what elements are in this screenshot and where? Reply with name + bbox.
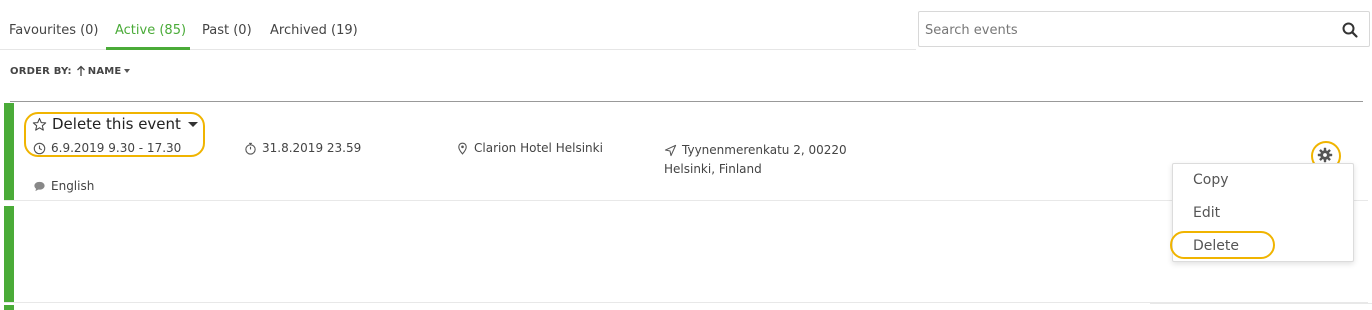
event-title: Delete this event bbox=[52, 115, 181, 133]
status-bar bbox=[4, 206, 14, 302]
event-card[interactable] bbox=[4, 206, 1368, 303]
gear-icon[interactable] bbox=[1317, 147, 1333, 163]
order-by-label: ORDER BY: bbox=[10, 65, 72, 77]
event-venue: Clarion Hotel Helsinki bbox=[456, 141, 603, 155]
tab-favourites[interactable]: Favourites (0) bbox=[9, 23, 99, 38]
active-tab-indicator bbox=[106, 47, 190, 50]
event-address: Tyynenmerenkatu 2, 00220 Helsinki, Finla… bbox=[664, 141, 847, 179]
address-line-2: Helsinki, Finland bbox=[664, 162, 762, 176]
status-bar bbox=[4, 305, 14, 310]
map-pin-icon bbox=[458, 142, 467, 155]
event-venue-text: Clarion Hotel Helsinki bbox=[474, 141, 603, 155]
menu-item-delete[interactable]: Delete bbox=[1193, 238, 1239, 254]
navigation-arrow-icon bbox=[664, 144, 677, 157]
chevron-down-icon bbox=[187, 121, 198, 127]
event-card[interactable]: Delete this event 6.9.2019 9.30 - 17.30 … bbox=[4, 103, 1368, 201]
event-tabs: Favourites (0) Active (85) Past (0) Arch… bbox=[0, 0, 916, 50]
stopwatch-icon bbox=[245, 142, 256, 155]
status-bar bbox=[4, 103, 14, 200]
event-date-range: 6.9.2019 9.30 - 17.30 bbox=[51, 141, 182, 155]
event-title-dropdown[interactable]: Delete this event bbox=[32, 115, 198, 133]
address-line-1: Tyynenmerenkatu 2, 00220 bbox=[682, 143, 847, 157]
chevron-down-icon[interactable] bbox=[124, 69, 131, 73]
tab-archived[interactable]: Archived (19) bbox=[270, 23, 358, 38]
list-divider bbox=[1150, 303, 1372, 304]
event-date: 6.9.2019 9.30 - 17.30 bbox=[33, 141, 181, 155]
order-by: ORDER BY: NAME bbox=[10, 65, 131, 77]
event-language-text: English bbox=[51, 179, 95, 193]
event-actions-menu: Copy Edit Delete bbox=[1172, 163, 1354, 262]
list-divider bbox=[10, 101, 1363, 102]
event-language: English bbox=[33, 179, 94, 193]
star-icon[interactable] bbox=[32, 117, 47, 132]
arrow-up-icon[interactable] bbox=[76, 65, 86, 77]
search-icon[interactable] bbox=[1341, 21, 1359, 39]
clock-icon bbox=[33, 142, 46, 154]
order-by-field[interactable]: NAME bbox=[88, 66, 122, 77]
menu-item-copy[interactable]: Copy bbox=[1193, 172, 1229, 188]
search-input[interactable] bbox=[925, 18, 1325, 42]
search-box bbox=[918, 11, 1370, 47]
event-deadline-text: 31.8.2019 23.59 bbox=[262, 141, 362, 155]
menu-item-edit[interactable]: Edit bbox=[1193, 205, 1220, 221]
tab-active[interactable]: Active (85) bbox=[115, 23, 186, 38]
tab-past[interactable]: Past (0) bbox=[202, 23, 252, 38]
speech-bubble-icon bbox=[34, 181, 45, 191]
event-deadline: 31.8.2019 23.59 bbox=[244, 141, 361, 155]
